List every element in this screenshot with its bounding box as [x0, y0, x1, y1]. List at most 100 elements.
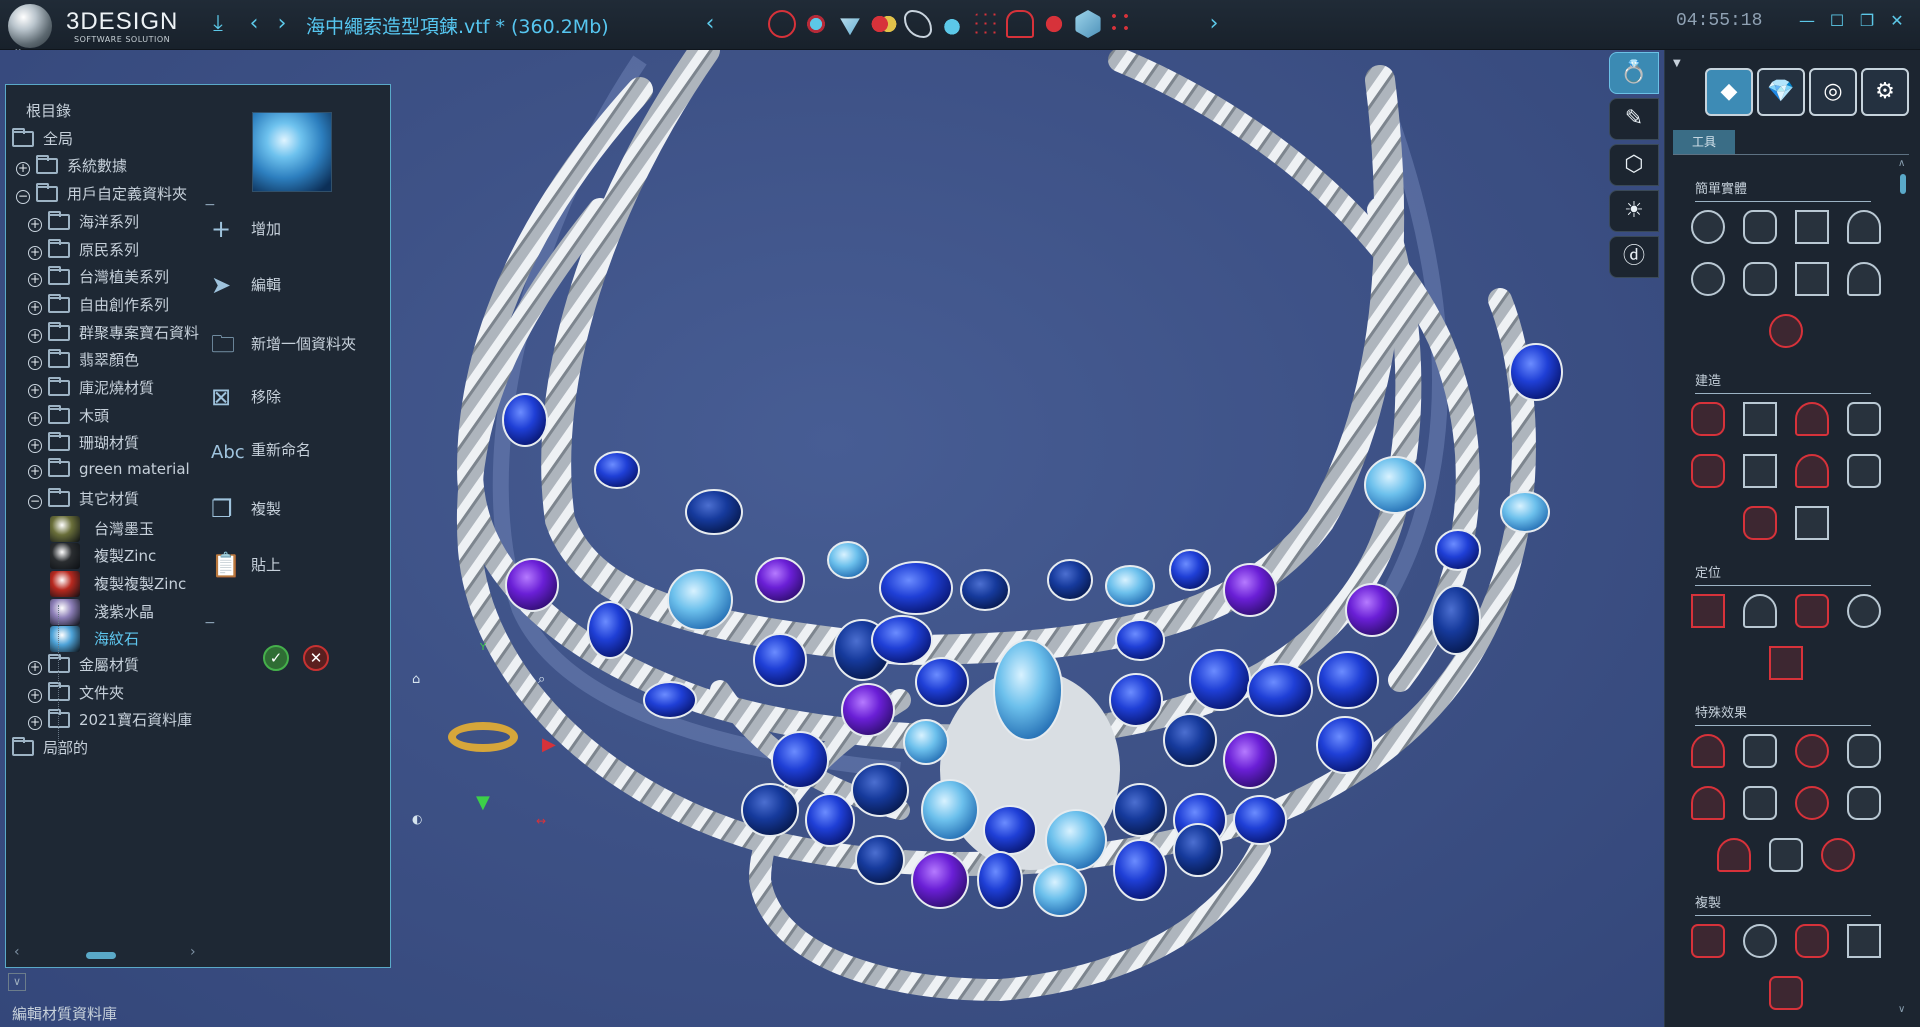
build-tool-icon[interactable]: [1691, 454, 1725, 488]
tree-item[interactable]: + 文件夾: [28, 681, 124, 708]
effect-tool-icon[interactable]: [1743, 786, 1777, 820]
minimize-icon[interactable]: —: [1796, 10, 1818, 32]
confirm-button[interactable]: ✓: [263, 645, 289, 671]
expand-icon[interactable]: +: [28, 328, 42, 343]
duplicate-tool-icon[interactable]: [1795, 924, 1829, 958]
effect-tool-icon[interactable]: [1847, 786, 1881, 820]
tree-item[interactable]: + 群聚專案寶石資料: [28, 321, 199, 348]
position-tool-icon[interactable]: [1743, 594, 1777, 628]
home-view-icon[interactable]: ⌂: [412, 672, 420, 687]
mesh-tool-icon[interactable]: [1075, 10, 1101, 38]
zoom-icon[interactable]: ⌕: [538, 672, 545, 687]
cancel-button[interactable]: ✕: [303, 645, 329, 671]
tree-item[interactable]: + green material: [28, 458, 190, 486]
forward-arrow-icon[interactable]: ›: [268, 10, 296, 38]
scroll-thumb[interactable]: [86, 952, 116, 959]
scroll-left-icon[interactable]: ‹: [14, 944, 20, 960]
effect-tool-icon[interactable]: [1795, 786, 1829, 820]
expand-icon[interactable]: +: [28, 384, 42, 398]
expand-icon[interactable]: +: [16, 162, 30, 177]
action-copy[interactable]: ❐ 複製: [211, 495, 281, 529]
expand-icon[interactable]: +: [28, 217, 42, 232]
action-paste[interactable]: 📋 貼上: [211, 551, 281, 585]
effect-tool-icon[interactable]: [1717, 838, 1751, 872]
material-item[interactable]: 淺紫水晶: [50, 598, 154, 625]
effect-tool-icon[interactable]: [1821, 838, 1855, 872]
build-tool-icon[interactable]: [1743, 402, 1777, 436]
duplicate-tool-icon[interactable]: [1691, 924, 1725, 958]
tree-item[interactable]: − 其它材質: [28, 487, 139, 514]
primitive-tool-icon[interactable]: [1743, 262, 1777, 296]
tree-item[interactable]: 局部的: [12, 737, 88, 763]
render-mode-tab[interactable]: ☀: [1609, 190, 1659, 232]
tree-item[interactable]: + 翡翠顏色: [28, 349, 139, 375]
tree-item[interactable]: 根目錄: [26, 100, 71, 126]
ring-tool-icon[interactable]: [768, 10, 796, 38]
action-rename[interactable]: Abc 重新命名: [211, 439, 311, 473]
duplicate-tool-icon[interactable]: [1847, 924, 1881, 958]
primitive-tool-icon[interactable]: [1795, 262, 1829, 296]
scroll-up-icon[interactable]: ∧: [1898, 158, 1905, 169]
tree-item[interactable]: + 庫泥燒材質: [28, 377, 154, 403]
effect-tool-icon[interactable]: [1743, 734, 1777, 768]
primitive-tool-icon[interactable]: [1847, 262, 1881, 296]
position-tool-icon[interactable]: [1769, 646, 1803, 680]
orbit-icon[interactable]: ◐: [412, 812, 422, 826]
bend-tool-icon[interactable]: [802, 10, 830, 38]
position-tool-icon[interactable]: [1847, 594, 1881, 628]
curve-tool-icon[interactable]: [904, 10, 932, 38]
effect-tool-icon[interactable]: [1691, 734, 1725, 768]
effect-tool-icon[interactable]: [1795, 734, 1829, 768]
primitive-tool-icon[interactable]: [1769, 314, 1803, 348]
build-tool-icon[interactable]: [1691, 402, 1725, 436]
link-tool-icon[interactable]: [1040, 10, 1068, 38]
gems-category-button[interactable]: 💎: [1757, 68, 1805, 116]
prong-tool-icon[interactable]: [1006, 10, 1034, 38]
tree-item[interactable]: +2021寶石資料庫: [28, 709, 192, 735]
material-item[interactable]: 台灣墨玉: [50, 515, 154, 542]
expand-icon[interactable]: +: [28, 356, 42, 371]
scatter-tool-icon[interactable]: [1108, 10, 1136, 38]
settings-category-button[interactable]: ⚙: [1861, 68, 1909, 116]
build-tool-icon[interactable]: [1847, 454, 1881, 488]
primitive-tool-icon[interactable]: [1691, 262, 1725, 296]
maximize-icon[interactable]: ☐: [1826, 10, 1848, 32]
view-gizmo[interactable]: ⌂ ⌕ Y ▶ ▼ ◐ ↔: [412, 642, 612, 842]
expand-icon[interactable]: +: [28, 716, 42, 731]
tree-item[interactable]: + 原民系列: [28, 238, 139, 265]
primitive-tool-icon[interactable]: [1795, 210, 1829, 244]
scroll-right-icon[interactable]: ›: [190, 944, 196, 960]
pattern-tool-icon[interactable]: [972, 10, 1000, 38]
jewelry-mode-tab[interactable]: 💍: [1609, 52, 1659, 94]
tree-item[interactable]: + 珊瑚材質: [28, 432, 139, 458]
expand-icon[interactable]: +: [28, 688, 42, 703]
rings-category-button[interactable]: ◎: [1809, 68, 1857, 116]
build-tool-icon[interactable]: [1795, 454, 1829, 488]
restore-icon[interactable]: ❐: [1856, 10, 1878, 32]
tree-item[interactable]: 全局: [12, 127, 73, 154]
tree-item[interactable]: + 海洋系列: [28, 210, 139, 237]
collapse-icon[interactable]: −: [204, 615, 216, 631]
toolbar-scroll-right-icon[interactable]: ›: [1200, 10, 1228, 38]
duplicate-tool-icon[interactable]: [1769, 976, 1803, 1010]
tool-panel-scrollbar[interactable]: ∧ ∨: [1898, 158, 1908, 1018]
tree-item[interactable]: − 用戶自定義資料夾: [16, 183, 187, 209]
expand-icon[interactable]: +: [28, 300, 42, 315]
back-arrow-icon[interactable]: ‹: [240, 10, 268, 38]
collapse-icon[interactable]: −: [28, 494, 42, 509]
primitive-tool-icon[interactable]: [1691, 210, 1725, 244]
expand-icon[interactable]: +: [28, 245, 42, 260]
effect-tool-icon[interactable]: [1691, 786, 1725, 820]
pan-icon[interactable]: ↔: [536, 814, 546, 828]
action-delete[interactable]: ⊠ 移除: [211, 383, 281, 417]
collapse-icon[interactable]: −: [16, 190, 30, 205]
panel-menu-icon[interactable]: ▼: [1673, 58, 1681, 69]
tree-item[interactable]: + 金屬材質: [28, 654, 139, 680]
collapse-icon[interactable]: −: [204, 197, 216, 213]
tree-item[interactable]: + 台灣植美系列: [28, 266, 169, 292]
build-tool-icon[interactable]: [1795, 402, 1829, 436]
effect-tool-icon[interactable]: [1769, 838, 1803, 872]
material-item[interactable]: 海紋石: [50, 626, 139, 653]
position-tool-icon[interactable]: [1795, 594, 1829, 628]
save-icon[interactable]: ⤓: [204, 10, 232, 38]
